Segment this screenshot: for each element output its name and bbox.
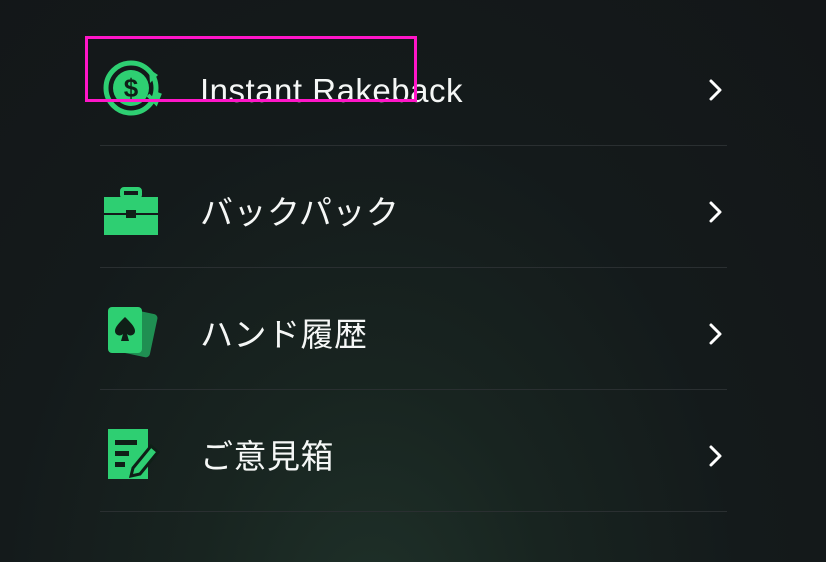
svg-text:$: $	[124, 73, 139, 103]
chevron-right-icon	[703, 322, 727, 346]
chevron-right-icon	[703, 444, 727, 468]
menu-item-backpack[interactable]: バックパック	[100, 146, 727, 268]
menu-item-hand-history[interactable]: ハンド履歴	[100, 268, 727, 390]
settings-menu: $ Instant Rakeback バックパック ハンド履歴 ご意見箱	[100, 24, 727, 512]
chevron-right-icon	[703, 200, 727, 224]
menu-item-label: ご意見箱	[200, 438, 334, 475]
chevron-right-icon	[703, 78, 727, 102]
dollar-refresh-icon: $	[100, 57, 162, 119]
briefcase-icon	[100, 179, 162, 241]
menu-item-label: ハンド履歴	[200, 316, 368, 353]
menu-item-feedback-box[interactable]: ご意見箱	[100, 390, 727, 512]
menu-item-instant-rakeback[interactable]: $ Instant Rakeback	[100, 24, 727, 146]
menu-item-label: Instant Rakeback	[200, 72, 463, 109]
spade-cards-icon	[100, 301, 162, 363]
feedback-edit-icon	[100, 423, 162, 485]
menu-item-label: バックパック	[200, 194, 400, 231]
